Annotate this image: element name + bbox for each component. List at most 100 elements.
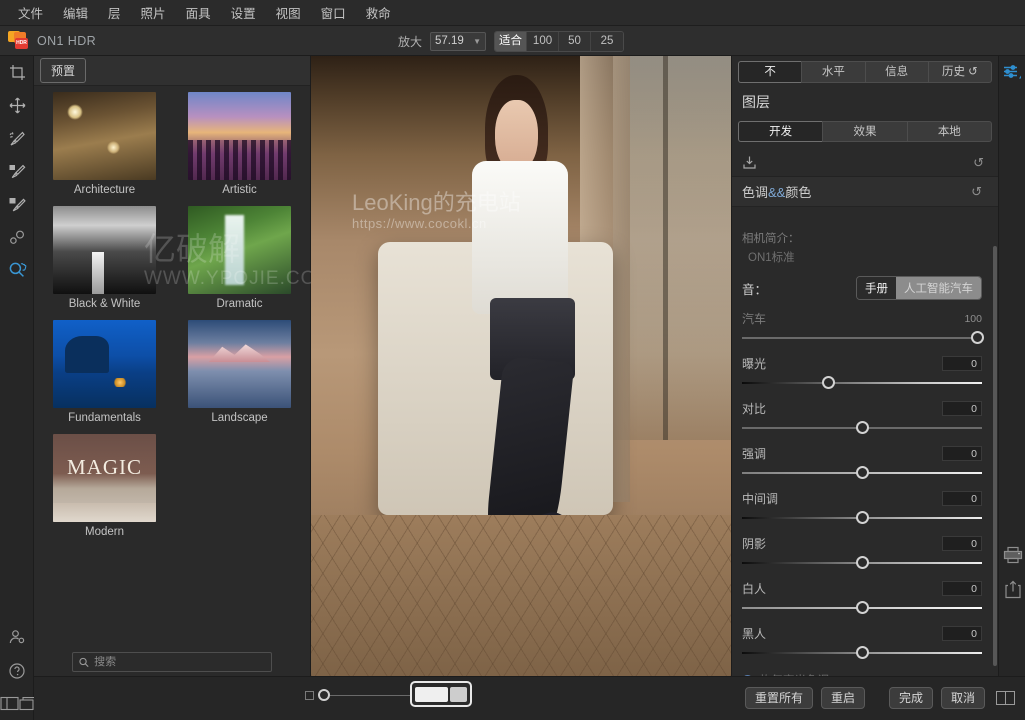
zoom-value-select[interactable]: 57.19 ▼ [430, 31, 487, 51]
slider-knob[interactable] [971, 331, 985, 344]
menu-item-file[interactable]: 文件 [8, 0, 53, 25]
slider-knob[interactable] [856, 466, 869, 479]
slider-track[interactable] [742, 376, 982, 390]
section-header-tone-color[interactable]: 色调&&颜色 ↺ [732, 177, 998, 207]
section-reset-icon[interactable]: ↺ [971, 184, 982, 200]
slider-knob[interactable] [318, 689, 330, 701]
image-canvas[interactable] [311, 56, 731, 676]
preset-thumbnail[interactable] [53, 206, 156, 294]
preset-item-architecture[interactable]: Architecture [42, 92, 167, 202]
perfect-brush-tool[interactable] [0, 188, 34, 221]
tab-presets[interactable]: 预置 [40, 58, 87, 83]
preset-item-artistic[interactable]: Artistic [177, 92, 302, 202]
menu-item-window[interactable]: 窗口 [311, 0, 356, 25]
zoom-preset-fit[interactable]: 适合 [495, 31, 528, 51]
preset-item-black-and-white[interactable]: Black & White [42, 206, 167, 316]
auto-mode-ai[interactable]: 人工智能汽车 [896, 277, 981, 299]
right-panel: 不 水平 信息 历史 ↺ 图层 开发 效果 本地 ↺ 色调&&颜色 ↺ 相机简介… [731, 56, 998, 676]
subtab-effects[interactable]: 效果 [822, 121, 907, 142]
section-title-pre: 色调 [742, 185, 769, 200]
slider-track[interactable] [742, 421, 982, 435]
section-title-amp: && [768, 185, 786, 200]
zoom-preset-100[interactable]: 100 [527, 31, 560, 51]
reset-icon[interactable]: ↺ [973, 155, 984, 171]
slider-value[interactable]: 0 [942, 401, 982, 416]
preset-item-fundamentals[interactable]: Fundamentals [42, 320, 167, 430]
slider-knob[interactable] [856, 556, 869, 569]
print-icon[interactable] [999, 538, 1025, 572]
slider-value[interactable]: 0 [942, 491, 982, 506]
slider-value[interactable]: 0 [942, 446, 982, 461]
before-after-chip[interactable] [410, 681, 472, 707]
slider-track[interactable] [742, 601, 982, 615]
slider-knob[interactable] [856, 421, 869, 434]
done-button[interactable]: 完成 [888, 687, 933, 709]
menu-item-layer[interactable]: 层 [98, 0, 131, 25]
menu-bar: 文件 编辑 层 照片 面具 设置 视图 窗口 救命 [0, 0, 1025, 26]
zoom-tool[interactable] [0, 254, 34, 287]
split-view-icon[interactable] [996, 691, 1015, 705]
preset-thumbnail[interactable] [53, 92, 156, 180]
subject [437, 74, 613, 583]
preset-item-modern[interactable]: MAGIC Modern [42, 434, 167, 544]
crop-tool[interactable] [0, 56, 34, 89]
brush-tool[interactable] [0, 122, 34, 155]
masking-brush-tool[interactable] [0, 155, 34, 188]
tab-history[interactable]: 历史 ↺ [927, 61, 992, 83]
preset-thumbnail[interactable]: MAGIC [53, 434, 156, 522]
zoom-preset-50[interactable]: 50 [559, 31, 592, 51]
tab-info[interactable]: 信息 [864, 61, 928, 83]
slider-knob[interactable] [856, 511, 869, 524]
square-toggle-icon[interactable] [305, 691, 314, 700]
save-preset-icon[interactable] [742, 155, 757, 170]
menu-item-photo[interactable]: 照片 [131, 0, 176, 25]
slider-value[interactable]: 0 [942, 626, 982, 641]
menu-item-mask[interactable]: 面具 [176, 0, 221, 25]
slider-track[interactable] [742, 556, 982, 570]
preset-item-dramatic[interactable]: Dramatic [177, 206, 302, 316]
slider-knob[interactable] [822, 376, 836, 389]
account-icon[interactable] [0, 621, 34, 654]
preset-label: Fundamentals [68, 412, 141, 424]
search-input[interactable] [94, 656, 265, 668]
menu-item-edit[interactable]: 编辑 [53, 0, 98, 25]
auto-mode-manual[interactable]: 手册 [857, 277, 896, 299]
menu-item-view[interactable]: 视图 [266, 0, 311, 25]
camera-profile-value[interactable]: ON1标准 [742, 249, 982, 265]
subtab-local[interactable]: 本地 [906, 121, 992, 142]
slider-track[interactable] [742, 646, 982, 660]
adjust-sliders-icon[interactable] [999, 56, 1025, 90]
panel-scrollbar[interactable] [993, 246, 997, 666]
logo-badge-text: HDR [15, 38, 28, 49]
slider-track[interactable] [742, 331, 985, 345]
subtab-develop[interactable]: 开发 [738, 121, 823, 142]
cancel-button[interactable]: 取消 [940, 687, 985, 709]
zoom-preset-25[interactable]: 25 [591, 31, 624, 51]
slider-knob[interactable] [856, 601, 869, 614]
adjustments-scroll-area[interactable]: 相机简介： ON1标准 音： 手册 人工智能汽车 汽车 100 曝光 0 对比 … [732, 220, 998, 676]
slider-value[interactable]: 0 [942, 536, 982, 551]
move-tool[interactable] [0, 89, 34, 122]
slider-track[interactable] [742, 511, 982, 525]
tab-none[interactable]: 不 [738, 61, 802, 83]
menu-item-help[interactable]: 救命 [356, 0, 401, 25]
preset-item-landscape[interactable]: Landscape [177, 320, 302, 430]
slider-value[interactable]: 0 [942, 581, 982, 596]
preset-thumbnail[interactable] [53, 320, 156, 408]
clone-tool[interactable] [0, 221, 34, 254]
search-box[interactable] [72, 652, 272, 672]
preset-thumbnail[interactable] [188, 206, 291, 294]
restart-button[interactable]: 重启 [820, 687, 865, 709]
slider-knob[interactable] [856, 646, 869, 659]
panel-layout-icon[interactable] [0, 687, 19, 720]
share-export-icon[interactable] [999, 572, 1025, 606]
slider-blacks: 黑人 0 [742, 625, 982, 660]
help-icon[interactable] [0, 654, 34, 687]
tab-level[interactable]: 水平 [801, 61, 865, 83]
slider-value[interactable]: 0 [942, 356, 982, 371]
menu-item-settings[interactable]: 设置 [221, 0, 266, 25]
slider-track[interactable] [742, 466, 982, 480]
reset-all-button[interactable]: 重置所有 [744, 687, 813, 709]
preset-thumbnail[interactable] [188, 92, 291, 180]
preset-thumbnail[interactable] [188, 320, 291, 408]
